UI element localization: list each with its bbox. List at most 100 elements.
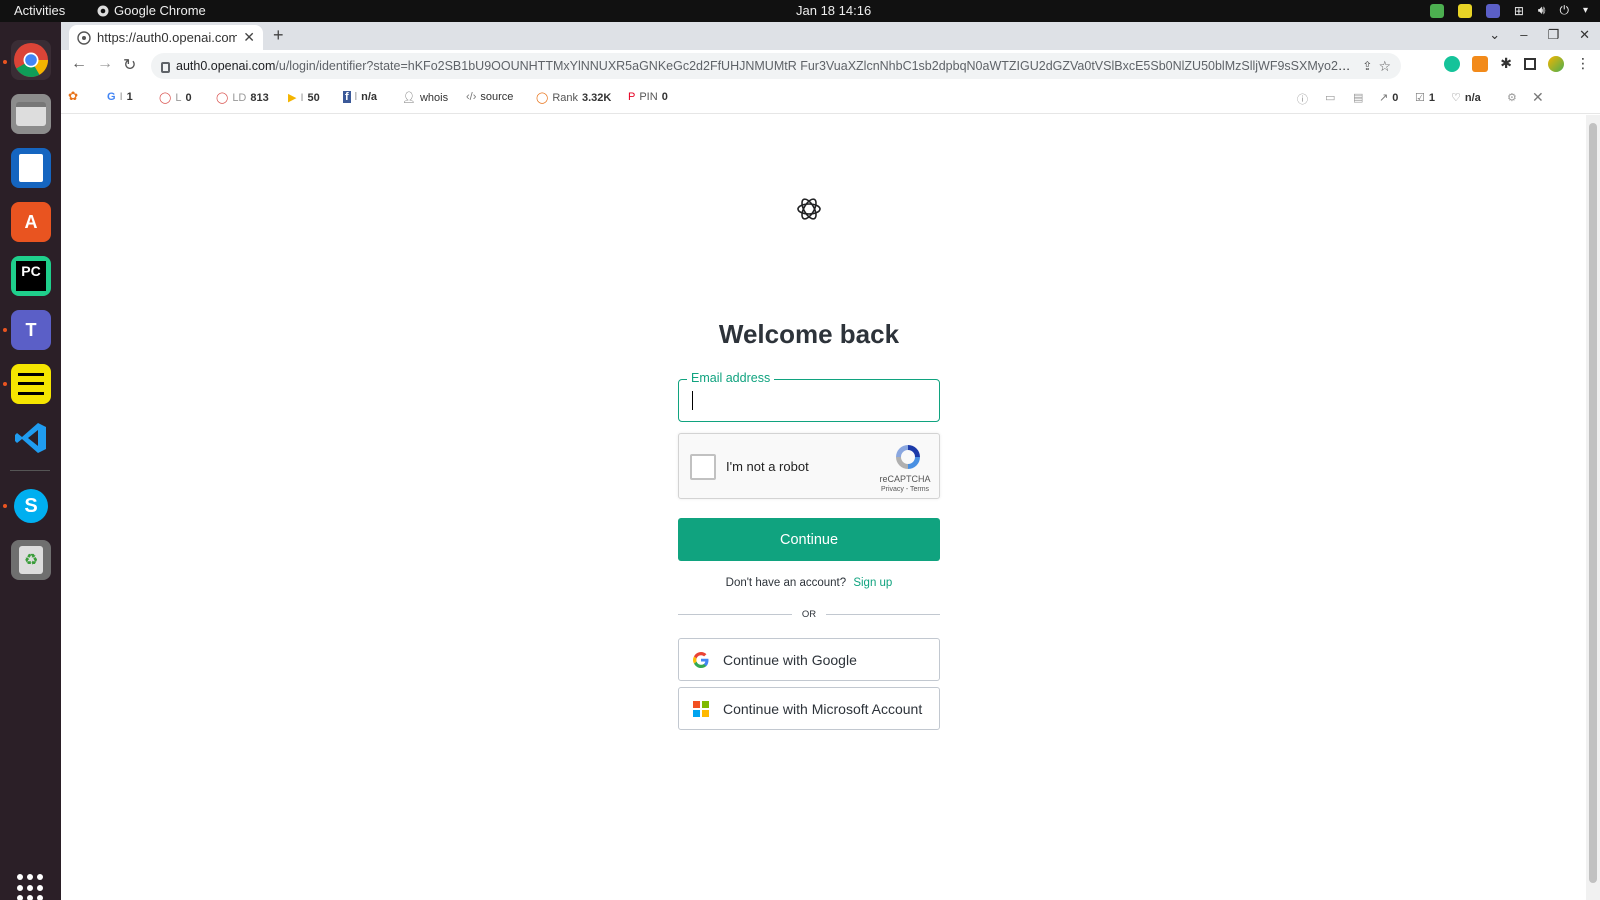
check-icon: ☑	[1415, 92, 1425, 104]
app-name: Google Chrome	[114, 3, 206, 18]
continue-with-microsoft-button[interactable]: Continue with Microsoft Account	[678, 687, 940, 730]
no-account-text: Don't have an account?	[725, 577, 847, 589]
seo-source[interactable]: ‹/› source	[466, 91, 513, 103]
url-text: auth0.openai.com/u/login/identifier?stat…	[176, 59, 1357, 73]
seo-rank[interactable]: ◯ Rank 3.32K	[536, 91, 611, 105]
bookmark-star-icon[interactable]: ☆	[1378, 58, 1391, 75]
seo-extension-icon[interactable]	[1472, 55, 1489, 72]
gear-icon[interactable]: ⚙	[1507, 91, 1517, 104]
window-controls: ⌄ – ❐ ✕	[1489, 27, 1590, 43]
info-icon[interactable]: ⓘ	[1297, 91, 1308, 107]
grammarly-extension-icon[interactable]	[1444, 55, 1461, 72]
skype-dock-icon[interactable]: S	[11, 486, 51, 526]
extensions-area: ✱ ⋮	[1444, 55, 1590, 72]
share-icon[interactable]: ⇪	[1362, 59, 1372, 73]
person-icon: 👤︎	[402, 92, 416, 104]
page-icon[interactable]: ▤	[1353, 91, 1363, 104]
close-window-icon[interactable]: ✕	[1579, 27, 1590, 43]
address-bar[interactable]: auth0.openai.com/u/login/identifier?stat…	[151, 53, 1401, 79]
browser-toolbar: ← → ↻ auth0.openai.com/u/login/identifie…	[61, 50, 1600, 82]
circle-icon: ◯	[536, 92, 549, 104]
trash-dock-icon[interactable]: ♻	[11, 540, 51, 580]
seo-linking-domains[interactable]: ◯ LD 813	[216, 91, 269, 105]
seoquake-logo-icon[interactable]: ✿	[68, 89, 78, 103]
divider-line	[826, 614, 940, 615]
network-icon[interactable]: ⊞	[1514, 4, 1524, 18]
recaptcha-links[interactable]: Privacy - Terms	[875, 486, 935, 493]
scrollbar-thumb[interactable]	[1589, 123, 1597, 883]
recaptcha-widget: I'm not a robot reCAPTCHA Privacy - Term…	[678, 433, 940, 499]
chrome-dock-icon[interactable]	[11, 40, 51, 80]
seo-bing-index[interactable]: ▶ I 50	[288, 91, 320, 105]
vscode-dock-icon[interactable]	[11, 418, 51, 458]
notes-tray-icon[interactable]	[1457, 3, 1472, 18]
tab-strip: https://auth0.openai.com ✕ + ⌄ – ❐ ✕	[61, 22, 1600, 50]
teams-dock-icon[interactable]: T	[11, 310, 51, 350]
chevron-down-icon[interactable]: ▾	[1583, 5, 1588, 16]
seo-external-links[interactable]: ↗ 0	[1379, 91, 1398, 105]
openai-logo-icon	[797, 198, 821, 220]
continue-with-google-button[interactable]: Continue with Google	[678, 638, 940, 681]
side-panel-icon[interactable]	[1524, 57, 1536, 70]
back-arrow-icon[interactable]: ←	[71, 55, 87, 73]
google-icon	[693, 651, 709, 668]
reload-icon[interactable]: ↻	[123, 55, 136, 75]
activities-button[interactable]: Activities	[14, 3, 65, 18]
signup-row: Don't have an account? Sign up	[678, 577, 940, 589]
tab-search-icon[interactable]: ⌄	[1489, 27, 1500, 43]
lock-icon[interactable]	[161, 61, 170, 73]
continue-button[interactable]: Continue	[678, 518, 940, 561]
close-icon[interactable]: ✕	[1532, 89, 1544, 106]
recaptcha-checkbox[interactable]	[690, 454, 716, 480]
more-menu-icon[interactable]: ⋮	[1576, 55, 1590, 72]
dock-separator	[10, 470, 50, 471]
app-menu[interactable]: Google Chrome	[97, 3, 206, 18]
clock[interactable]: Jan 18 14:16	[796, 3, 871, 18]
close-tab-icon[interactable]: ✕	[243, 29, 255, 46]
files-dock-icon[interactable]	[11, 94, 51, 134]
signup-link[interactable]: Sign up	[853, 577, 892, 589]
seo-toolbar: ✿ GI1 ◯ L 0 ◯ LD 813 ▶ I 50 f l n/a 👤︎ whois ‹/› s…	[61, 82, 1600, 114]
puzzle-extensions-icon[interactable]: ✱	[1500, 55, 1512, 72]
seo-pinterest[interactable]: P PIN 0	[628, 91, 668, 103]
power-icon[interactable]: ⏻	[1559, 3, 1569, 18]
volume-icon[interactable]: 🔊︎	[1538, 3, 1546, 18]
code-icon: ‹/›	[466, 91, 477, 103]
seo-facebook[interactable]: f l n/a	[343, 91, 377, 103]
system-top-bar: Activities Google Chrome Jan 18 14:16 ⊞ …	[0, 0, 1600, 22]
display-icon[interactable]: ▭	[1325, 91, 1335, 104]
microsoft-icon	[693, 700, 709, 717]
show-apps-button[interactable]	[17, 874, 45, 900]
seo-whois[interactable]: 👤︎ whois	[402, 91, 448, 105]
text-caret	[692, 391, 693, 410]
status-check-icon[interactable]	[1429, 3, 1444, 18]
avatar[interactable]	[1548, 55, 1564, 72]
teams-tray-icon[interactable]	[1485, 3, 1500, 18]
circle-icon: ◯	[159, 92, 172, 104]
bing-icon: ▶	[288, 92, 297, 104]
dock: A PC T S ♻	[0, 22, 61, 900]
page-scrollbar[interactable]	[1586, 115, 1600, 900]
google-button-label: Continue with Google	[723, 651, 857, 668]
forward-arrow-icon[interactable]: →	[97, 55, 113, 73]
microsoft-button-label: Continue with Microsoft Account	[723, 700, 923, 717]
seo-links[interactable]: ◯ L 0	[159, 91, 192, 105]
minimize-icon[interactable]: –	[1520, 27, 1527, 43]
email-field[interactable]	[680, 381, 938, 420]
software-dock-icon[interactable]: A	[11, 202, 51, 242]
pycharm-dock-icon[interactable]: PC	[11, 256, 51, 296]
circle-icon: ◯	[216, 92, 229, 104]
browser-window: https://auth0.openai.com ✕ + ⌄ – ❐ ✕ ← →…	[61, 22, 1600, 900]
running-indicator	[3, 60, 7, 64]
seo-google-index[interactable]: GI1	[107, 91, 133, 103]
seo-density[interactable]: ♡ n/a	[1451, 91, 1481, 105]
new-tab-button[interactable]: +	[273, 25, 284, 46]
running-indicator	[3, 328, 7, 332]
notes-dock-icon[interactable]	[11, 364, 51, 404]
writer-dock-icon[interactable]	[11, 148, 51, 188]
seo-internal-links[interactable]: ☑ 1	[1415, 91, 1435, 105]
restore-icon[interactable]: ❐	[1547, 27, 1559, 43]
recaptcha-logo-icon	[896, 445, 920, 469]
tab-openai-login[interactable]: https://auth0.openai.com ✕	[69, 25, 263, 50]
tab-title: https://auth0.openai.com	[97, 30, 238, 45]
